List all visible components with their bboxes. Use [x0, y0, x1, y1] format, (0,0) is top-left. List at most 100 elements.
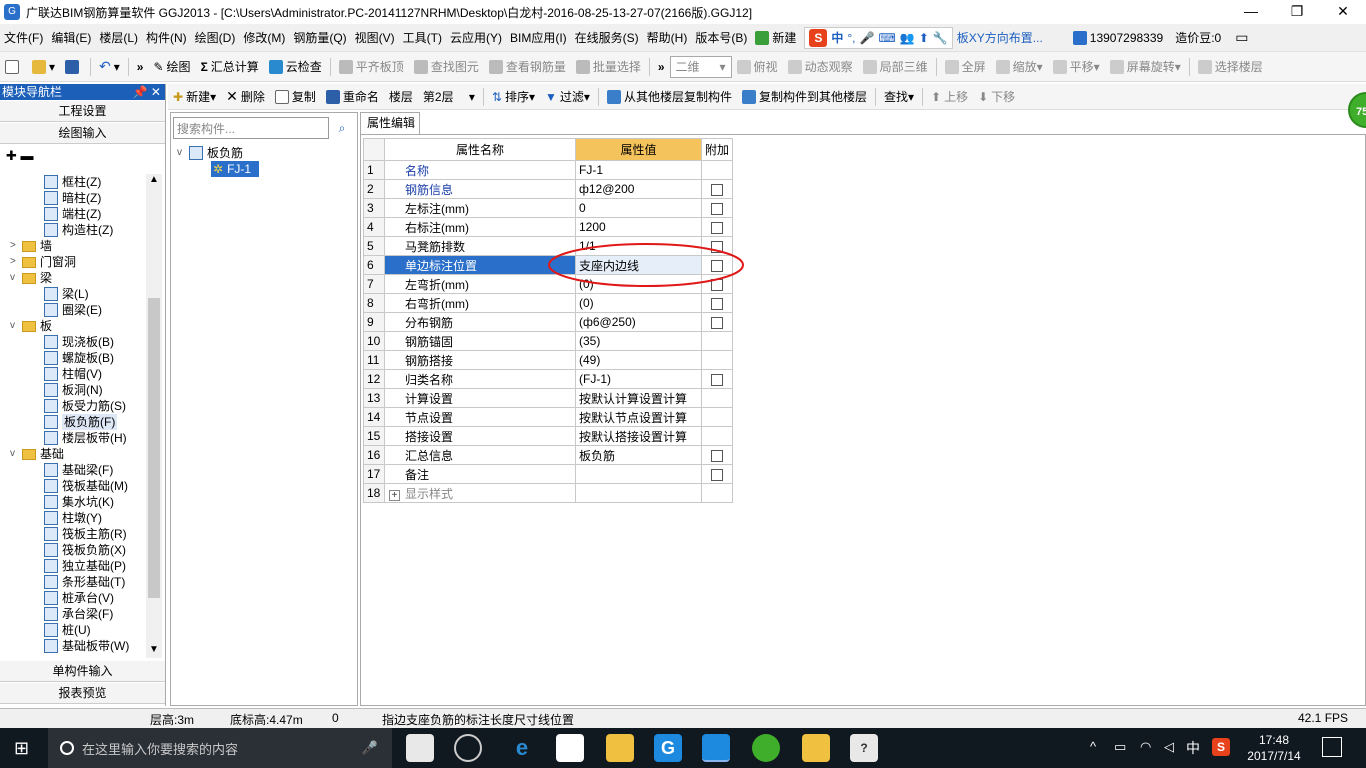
find-element-button[interactable]: 查找图元	[409, 56, 484, 78]
property-value[interactable]: (0)	[575, 293, 702, 313]
property-row[interactable]: 8 右弯折(mm) (0)	[363, 293, 734, 313]
drawing-input-button[interactable]: 绘图输入	[0, 122, 165, 144]
browser-360-icon[interactable]	[454, 734, 482, 762]
volume-icon[interactable]: ◁	[1164, 739, 1174, 755]
overlook-button[interactable]: 俯视	[732, 56, 783, 78]
menu-tools[interactable]: 工具(T)	[399, 29, 446, 46]
ime-toolbar[interactable]: S 中 °, 🎤 ⌨ 👥 ⬆ 🔧	[804, 26, 953, 49]
menu-online[interactable]: 在线服务(S)	[571, 29, 643, 46]
property-row[interactable]: 9 分布钢筋 (ф6@250)	[363, 312, 734, 332]
nav-tree-item[interactable]: v梁	[10, 270, 52, 286]
view-mode-select[interactable]: 二维 ▾	[669, 55, 732, 78]
notes-app-icon[interactable]	[802, 734, 830, 762]
collapse-chevron-icon[interactable]: v	[10, 446, 20, 462]
nav-tree-item[interactable]: 承台梁(F)	[44, 606, 113, 622]
windows-start-icon[interactable]: ⊞	[14, 738, 29, 759]
expand-chevron-icon[interactable]: >	[10, 238, 20, 254]
rotate-button[interactable]: 屏幕旋转 ▾	[1105, 56, 1186, 78]
menu-floor[interactable]: 楼层(L)	[95, 29, 142, 46]
nav-tree-item[interactable]: 构造柱(Z)	[44, 222, 113, 238]
overflow-icon[interactable]: »	[653, 56, 670, 78]
menu-cloud[interactable]: 云应用(Y)	[446, 29, 506, 46]
property-row[interactable]: 10 钢筋锚固 (35)	[363, 331, 734, 351]
property-value[interactable]: 按默认搭接设置计算	[575, 426, 702, 446]
save-button[interactable]	[60, 56, 87, 78]
nav-tree-item[interactable]: 板负筋(F)	[44, 414, 118, 430]
nav-tree-item[interactable]: 柱墩(Y)	[44, 510, 102, 526]
nav-tree-item[interactable]: 筏板主筋(R)	[44, 526, 127, 542]
fullscreen-button[interactable]: 全屏	[940, 56, 991, 78]
extra-checkbox[interactable]	[711, 316, 723, 329]
move-up-button[interactable]: ⬆ 上移	[926, 86, 973, 108]
pan-button[interactable]: 平移 ▾	[1048, 56, 1105, 78]
batch-select-button[interactable]: 批量选择	[571, 56, 646, 78]
menu-view[interactable]: 视图(V)	[351, 29, 399, 46]
property-row[interactable]: 18 + 显示样式	[363, 483, 734, 503]
extra-checkbox[interactable]	[711, 202, 723, 215]
open-button[interactable]: ▾	[27, 56, 60, 78]
local-3d-button[interactable]: 局部三维	[858, 56, 933, 78]
nav-tree-item[interactable]: 板受力筋(S)	[44, 398, 126, 414]
rename-button[interactable]: 重命名	[321, 86, 384, 108]
property-value[interactable]: (35)	[575, 331, 702, 351]
tray-chevron-icon[interactable]: ^	[1090, 739, 1096, 754]
expand-collapse-all[interactable]: ✚ ▬	[0, 144, 165, 166]
nav-tree-item[interactable]: 圈梁(E)	[44, 302, 102, 318]
minimize-button[interactable]: —	[1228, 0, 1274, 24]
filter-button[interactable]: ▼ 过滤 ▾	[540, 86, 595, 108]
notice-text[interactable]: 板XY方向布置...	[957, 29, 1043, 46]
select-floor-button[interactable]: 选择楼层	[1193, 56, 1268, 78]
expand-plus-icon[interactable]: +	[389, 489, 400, 501]
collapse-all-icon[interactable]: ▬	[21, 148, 34, 163]
single-input-button[interactable]: 单构件输入	[0, 660, 165, 682]
nav-tree-item[interactable]: 桩承台(V)	[44, 590, 114, 606]
property-row[interactable]: 4 右标注(mm) 1200	[363, 217, 734, 237]
nav-tree-item[interactable]: 基础板带(W)	[44, 638, 129, 654]
search-icon[interactable]: ⌕	[331, 117, 353, 139]
task-view-icon[interactable]	[406, 734, 434, 762]
zoom-button[interactable]: 缩放 ▾	[991, 56, 1048, 78]
new-component-button[interactable]: ✚ 新建 ▾	[168, 86, 221, 108]
project-settings-button[interactable]: 工程设置	[0, 100, 165, 122]
extra-checkbox[interactable]	[711, 183, 723, 196]
menu-component[interactable]: 构件(N)	[142, 29, 191, 46]
nav-tree-item[interactable]: 条形基础(T)	[44, 574, 125, 590]
notification-icon[interactable]	[1322, 737, 1342, 757]
nav-tree-item[interactable]: > 墙	[10, 238, 52, 254]
nav-scrollbar[interactable]: ▲ ▼	[146, 174, 162, 658]
property-value[interactable]: (ф6@250)	[575, 312, 702, 332]
undo-button[interactable]: ↶ ▾	[94, 56, 125, 78]
scroll-down-icon[interactable]: ▼	[146, 644, 162, 658]
close-button[interactable]: ✕	[1320, 0, 1366, 24]
wifi-icon[interactable]: ◠	[1140, 739, 1151, 755]
delete-button[interactable]: ✕ 删除	[221, 86, 270, 108]
property-row[interactable]: 13 计算设置 按默认计算设置计算	[363, 388, 734, 408]
nav-tree-item[interactable]: 柱帽(V)	[44, 366, 102, 382]
move-down-button[interactable]: ⬇ 下移	[973, 86, 1020, 108]
property-row[interactable]: 15 搭接设置 按默认搭接设置计算	[363, 426, 734, 446]
collapse-chevron-icon[interactable]: v	[10, 270, 20, 286]
ime-indicator[interactable]: 中	[1186, 738, 1200, 758]
nav-tree-item[interactable]: 螺旋板(B)	[44, 350, 114, 366]
overflow-icon[interactable]: »	[132, 56, 149, 78]
expand-chevron-icon[interactable]: >	[10, 254, 20, 270]
property-row[interactable]: 2 钢筋信息 ф12@200	[363, 179, 734, 199]
new-file-button[interactable]	[0, 56, 27, 78]
property-value[interactable]: 板负筋	[575, 445, 702, 465]
network-icon[interactable]: ▭	[1114, 739, 1126, 755]
property-row[interactable]: 11 钢筋搭接 (49)	[363, 350, 734, 370]
nav-tree-item[interactable]: v 基础	[10, 446, 64, 462]
view-rebar-button[interactable]: 查看钢筋量	[484, 56, 571, 78]
nav-tree-item[interactable]: 独立基础(P)	[44, 558, 126, 574]
cloud-check-button[interactable]: 云检查	[264, 56, 327, 78]
copy-button[interactable]: 复制	[270, 86, 321, 108]
nav-tree-item[interactable]: 楼层板带(H)	[44, 430, 127, 446]
menu-edit[interactable]: 编辑(E)	[47, 29, 95, 46]
extra-checkbox[interactable]	[711, 449, 723, 462]
nav-tree-item[interactable]: 现浇板(B)	[44, 334, 114, 350]
find-button[interactable]: 查找 ▾	[879, 86, 919, 108]
taskbar-search-input[interactable]: 在这里输入你要搜索的内容 🎤	[48, 728, 392, 768]
nav-tree-item[interactable]: 板洞(N)	[44, 382, 103, 398]
property-value[interactable]: 按默认计算设置计算	[575, 388, 702, 408]
nav-tree-item[interactable]: 筏板负筋(X)	[44, 542, 126, 558]
